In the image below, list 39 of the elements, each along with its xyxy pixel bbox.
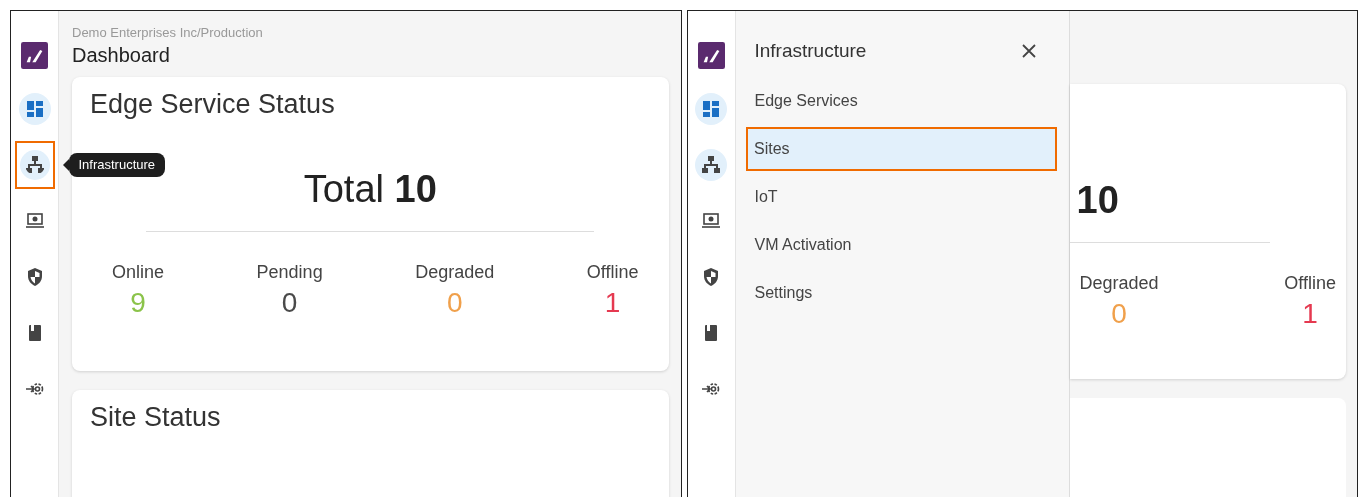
menu-title: Infrastructure xyxy=(754,40,867,62)
laptop-icon xyxy=(701,211,721,231)
logo-icon[interactable] xyxy=(697,42,725,69)
stat-value: 0 xyxy=(445,287,464,319)
total-count: 10 xyxy=(1075,179,1120,222)
tooltip-pointer xyxy=(62,159,69,171)
stat-value: 0 xyxy=(280,287,299,319)
stat-label: Degraded xyxy=(415,262,495,283)
stat-label: Offline xyxy=(586,262,639,283)
dashboard-nav-button[interactable] xyxy=(18,93,51,125)
hierarchy-icon xyxy=(19,150,50,180)
dashboard-icon xyxy=(24,99,45,119)
stat-label: Pending xyxy=(256,262,323,283)
stat-label: Online xyxy=(112,262,165,283)
hierarchy-nav-button[interactable] xyxy=(14,141,55,189)
card-title: Site Status xyxy=(90,402,222,433)
dashboard-icon xyxy=(701,99,721,119)
stat-value: 0 xyxy=(1110,298,1128,330)
stat-value: 9 xyxy=(129,287,147,319)
stat-value: 1 xyxy=(603,287,622,319)
hierarchy-nav-button[interactable] xyxy=(695,149,727,181)
shield-icon xyxy=(701,267,721,287)
card-title: Edge Service Status xyxy=(90,89,336,120)
stat-value: 1 xyxy=(1301,298,1319,330)
page-title: Dashboard xyxy=(72,44,171,67)
close-icon xyxy=(1020,43,1037,59)
menu-item[interactable]: Sites xyxy=(745,127,1057,171)
menu-item[interactable]: Edge Services xyxy=(745,79,1057,123)
menu-item[interactable]: IoT xyxy=(745,175,1057,219)
logo-icon[interactable] xyxy=(21,42,48,69)
stat-label: Degraded xyxy=(1079,273,1159,294)
dashboard-nav-button[interactable] xyxy=(695,93,727,125)
laptop-icon xyxy=(24,211,45,231)
breadcrumb: Demo Enterprises Inc/Production xyxy=(72,25,264,40)
menu-item[interactable]: Settings xyxy=(745,271,1057,315)
total-count: Total 10 xyxy=(302,168,438,211)
menu-item[interactable]: VM Activation xyxy=(745,223,1057,267)
stat-label: Offline xyxy=(1284,273,1336,294)
hierarchy-icon xyxy=(701,155,721,175)
